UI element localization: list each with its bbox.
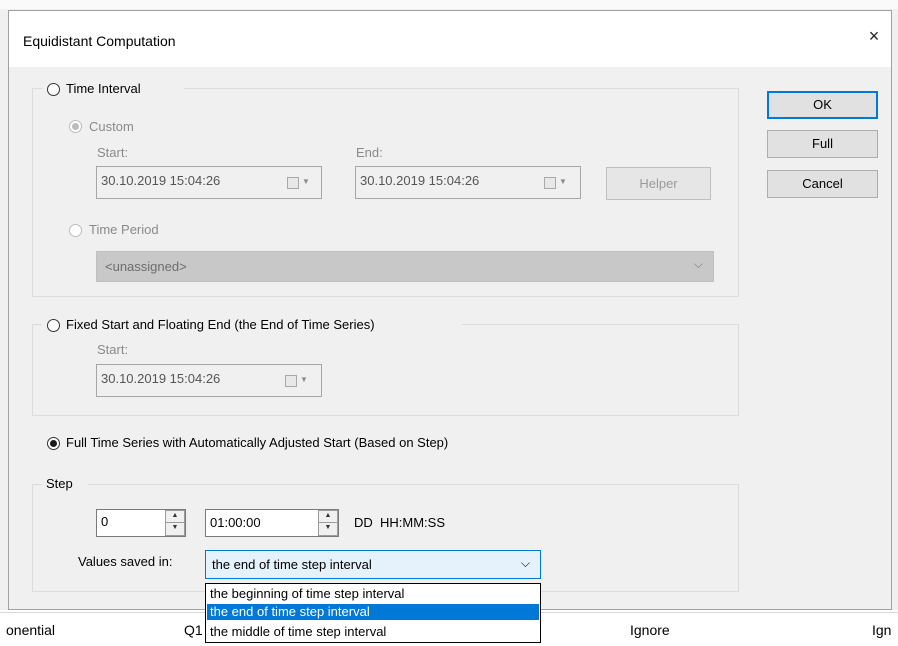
spin-down-icon[interactable]: ▼ <box>166 523 184 535</box>
chevron-down-icon: ⌵ <box>520 556 530 570</box>
chevron-down-icon: ⌵ <box>693 257 703 271</box>
start-datetime-value: 30.10.2019 15:04:26 <box>101 173 221 188</box>
ok-button[interactable]: OK <box>767 91 878 119</box>
cancel-button[interactable]: Cancel <box>767 170 878 198</box>
fixed-start-datetime-value: 30.10.2019 15:04:26 <box>101 371 221 386</box>
dialog-title: Equidistant Computation <box>23 33 176 49</box>
chevron-down-icon: ▼ <box>559 177 567 186</box>
time-period-label: Time Period <box>89 222 159 237</box>
start-label: Start: <box>97 145 129 160</box>
fixed-start-datetime-field[interactable]: 30.10.2019 15:04:26 ▼ <box>96 364 322 397</box>
custom-radio-dot <box>72 123 79 130</box>
custom-radio[interactable] <box>69 120 82 133</box>
fixed-start-start-label: Start: <box>97 342 129 357</box>
days-spinner[interactable]: ▲ ▼ <box>165 510 185 536</box>
background-cell: Ign <box>872 622 892 638</box>
calendar-icon <box>544 177 556 189</box>
calendar-icon <box>287 177 299 189</box>
background-cell: Q1 <box>184 622 203 638</box>
spin-up-icon[interactable]: ▲ <box>166 511 184 523</box>
step-label: Step <box>46 476 73 491</box>
full-series-label: Full Time Series with Automatically Adju… <box>66 435 449 450</box>
time-interval-label: Time Interval <box>66 81 141 96</box>
top-strip <box>0 0 898 9</box>
background-cell: Ignore <box>630 622 670 638</box>
time-value: 01:00:00 <box>210 515 261 530</box>
time-period-value: <unassigned> <box>105 259 187 274</box>
option-beginning[interactable]: the beginning of time step interval <box>207 586 539 602</box>
calendar-icon <box>285 375 297 387</box>
chevron-down-icon: ▼ <box>300 375 308 384</box>
values-saved-value: the end of time step interval <box>212 557 372 572</box>
option-end[interactable]: the end of time step interval <box>207 604 539 620</box>
spin-down-icon[interactable]: ▼ <box>319 523 337 535</box>
start-datetime-field[interactable]: 30.10.2019 15:04:26 ▼ <box>96 166 322 199</box>
close-icon[interactable]: × <box>862 26 886 47</box>
values-saved-select[interactable]: the end of time step interval ⌵ <box>205 550 541 579</box>
time-period-select[interactable]: <unassigned> ⌵ <box>96 251 714 282</box>
option-middle[interactable]: the middle of time step interval <box>207 624 539 640</box>
fixed-start-radio[interactable] <box>47 319 60 332</box>
full-series-radio[interactable] <box>47 437 60 450</box>
fixed-start-label: Fixed Start and Floating End (the End of… <box>66 317 375 332</box>
chevron-down-icon: ▼ <box>302 177 310 186</box>
values-saved-options: the beginning of time step interval the … <box>205 583 541 643</box>
full-button[interactable]: Full <box>767 130 878 158</box>
helper-button[interactable]: Helper <box>606 167 711 200</box>
values-saved-label: Values saved in: <box>78 554 173 569</box>
custom-label: Custom <box>89 119 134 134</box>
background-cell: onential <box>6 622 56 638</box>
time-spinner[interactable]: ▲ ▼ <box>318 510 338 536</box>
end-datetime-value: 30.10.2019 15:04:26 <box>360 173 480 188</box>
end-label: End: <box>356 145 383 160</box>
end-datetime-field[interactable]: 30.10.2019 15:04:26 ▼ <box>355 166 581 199</box>
spin-up-icon[interactable]: ▲ <box>319 511 337 523</box>
full-series-radio-dot <box>50 440 57 447</box>
days-value: 0 <box>101 514 109 529</box>
time-period-radio[interactable] <box>69 224 82 237</box>
time-interval-radio[interactable] <box>47 83 60 96</box>
time-format-label: DD HH:MM:SS <box>354 515 445 530</box>
